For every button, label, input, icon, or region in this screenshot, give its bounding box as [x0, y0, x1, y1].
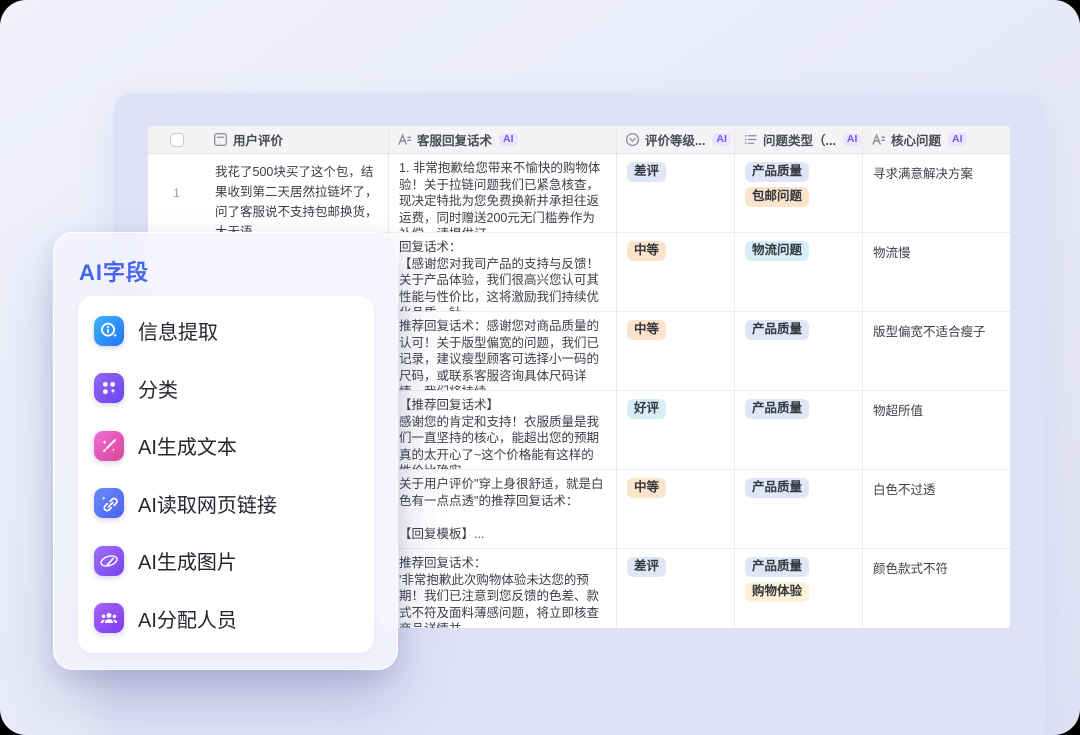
- issue-type-cell[interactable]: 产品质量: [734, 470, 862, 548]
- column-header-label: 评价等级...: [645, 130, 705, 149]
- panel-title: AI字段: [79, 255, 397, 287]
- menu-item-generate-text[interactable]: AI生成文本: [78, 417, 374, 475]
- read-link-icon: [94, 488, 124, 518]
- issue-type-cell[interactable]: 产品质量: [734, 312, 862, 390]
- reply-script-cell[interactable]: 推荐回复话术：感谢您对商品质量的认可！关于版型偏宽的问题，我们已记录，建议瘦型顾…: [388, 312, 616, 390]
- core-issue-cell[interactable]: 物超所值: [862, 391, 1010, 469]
- grade-tag: 中等: [627, 241, 666, 261]
- grade-tag: 好评: [627, 399, 666, 419]
- grade-cell[interactable]: 中等: [616, 312, 734, 390]
- menu-item-label: 分类: [138, 374, 178, 403]
- grade-tag: 差评: [627, 557, 666, 577]
- menu-item-label: AI生成文本: [138, 431, 237, 460]
- issue-type-tag: 产品质量: [745, 478, 809, 498]
- menu-item-label: AI分配人员: [138, 604, 237, 633]
- issue-type-tag: 购物体验: [745, 582, 809, 602]
- issue-type-tag: 物流问题: [745, 241, 809, 261]
- core-issue-cell[interactable]: 物流慢: [862, 233, 1010, 311]
- menu-item-generate-image[interactable]: AI生成图片: [78, 532, 374, 590]
- select-all-cell: [148, 126, 205, 153]
- ai-column-badge: AI: [712, 133, 731, 147]
- generate-image-icon: [94, 546, 124, 576]
- ai-fields-menu: 信息提取 分类: [78, 296, 374, 653]
- ai-text-field-icon: [397, 132, 412, 147]
- core-issue-cell[interactable]: 颜色款式不符: [862, 549, 1010, 628]
- column-header-label: 问题类型（...: [763, 130, 836, 149]
- column-header-label: 核心问题: [891, 130, 941, 149]
- grade-tag: 中等: [627, 320, 666, 340]
- reply-script-cell[interactable]: 【推荐回复话术】 感谢您的肯定和支持！衣服质量是我们一直坚持的核心，能超出您的预…: [388, 391, 616, 469]
- select-all-checkbox[interactable]: [170, 133, 184, 147]
- column-header-review[interactable]: 用户评价: [205, 126, 388, 153]
- grade-cell[interactable]: 差评: [616, 549, 734, 628]
- menu-item-info-extract[interactable]: 信息提取: [78, 302, 374, 360]
- ai-column-badge: AI: [499, 133, 518, 147]
- issue-type-cell[interactable]: 产品质量购物体验: [734, 549, 862, 628]
- column-header-grade[interactable]: 评价等级... AI: [616, 126, 734, 153]
- column-header-core[interactable]: 核心问题 AI: [862, 126, 1010, 153]
- grade-tag: 中等: [627, 478, 666, 498]
- issue-type-tag: 产品质量: [745, 399, 809, 419]
- ai-column-badge: AI: [948, 133, 967, 147]
- review-cell[interactable]: 我花了500块买了这个包，结果收到第二天居然拉链坏了，问了客服说不支持包邮换货，…: [205, 154, 388, 232]
- issue-type-cell[interactable]: 物流问题: [734, 233, 862, 311]
- reply-script-cell[interactable]: 回复话术： 【感谢您对我司产品的支持与反馈！关于产品体验，我们很高兴您认可其性能…: [388, 233, 616, 311]
- core-issue-cell[interactable]: 版型偏宽不适合瘦子: [862, 312, 1010, 390]
- column-header-reply[interactable]: 客服回复话术 AI: [388, 126, 616, 153]
- table-row: 1我花了500块买了这个包，结果收到第二天居然拉链坏了，问了客服说不支持包邮换货…: [148, 154, 1010, 233]
- text-field-icon: [213, 132, 228, 147]
- column-header-label: 客服回复话术: [417, 130, 492, 149]
- grade-tag: 差评: [627, 162, 666, 182]
- single-select-icon: [625, 132, 640, 147]
- grade-cell[interactable]: 中等: [616, 470, 734, 548]
- ai-fields-panel: AI字段 信息提取: [53, 232, 398, 670]
- menu-item-classify[interactable]: 分类: [78, 360, 374, 418]
- multi-select-icon: [743, 132, 758, 147]
- issue-type-cell[interactable]: 产品质量: [734, 391, 862, 469]
- reply-script-cell[interactable]: 1. 非常抱歉给您带来不愉快的购物体验！关于拉链问题我们已紧急核查，现决定特批为…: [388, 154, 616, 232]
- menu-item-label: 信息提取: [138, 316, 218, 345]
- menu-item-assign-people[interactable]: AI分配人员: [78, 590, 374, 648]
- issue-type-tag: 产品质量: [745, 320, 809, 340]
- table-header-row: 用户评价 客服回复话术 AI 评价等级... AI: [148, 126, 1010, 154]
- info-extract-icon: [94, 316, 124, 346]
- menu-item-label: AI生成图片: [138, 546, 237, 575]
- core-issue-cell[interactable]: 白色不过透: [862, 470, 1010, 548]
- reply-script-cell[interactable]: 推荐回复话术： '非常抱歉此次购物体验未达您的预期！我们已注意到您反馈的色差、款…: [388, 549, 616, 628]
- reply-script-cell[interactable]: 关于用户评价"穿上身很舒适，就是白色有一点点透"的推荐回复话术： 【回复模板】.…: [388, 470, 616, 548]
- row-number-cell: 1: [148, 154, 205, 232]
- grade-cell[interactable]: 差评: [616, 154, 734, 232]
- grade-cell[interactable]: 中等: [616, 233, 734, 311]
- menu-item-read-link[interactable]: AI读取网页链接: [78, 475, 374, 533]
- ai-column-badge: AI: [843, 133, 862, 147]
- screenshot-root: 用户评价 客服回复话术 AI 评价等级... AI: [0, 0, 1080, 735]
- issue-type-tag: 产品质量: [745, 162, 809, 182]
- issue-type-tag: 包邮问题: [745, 187, 809, 207]
- grade-cell[interactable]: 好评: [616, 391, 734, 469]
- menu-item-label: AI读取网页链接: [138, 489, 277, 518]
- core-issue-cell[interactable]: 寻求满意解决方案: [862, 154, 1010, 232]
- ai-text-field-icon: [871, 132, 886, 147]
- classify-icon: [94, 373, 124, 403]
- generate-text-icon: [94, 431, 124, 461]
- column-header-type[interactable]: 问题类型（... AI: [734, 126, 862, 153]
- issue-type-tag: 产品质量: [745, 557, 809, 577]
- column-header-label: 用户评价: [233, 130, 283, 149]
- assign-people-icon: [94, 603, 124, 633]
- issue-type-cell[interactable]: 产品质量包邮问题: [734, 154, 862, 232]
